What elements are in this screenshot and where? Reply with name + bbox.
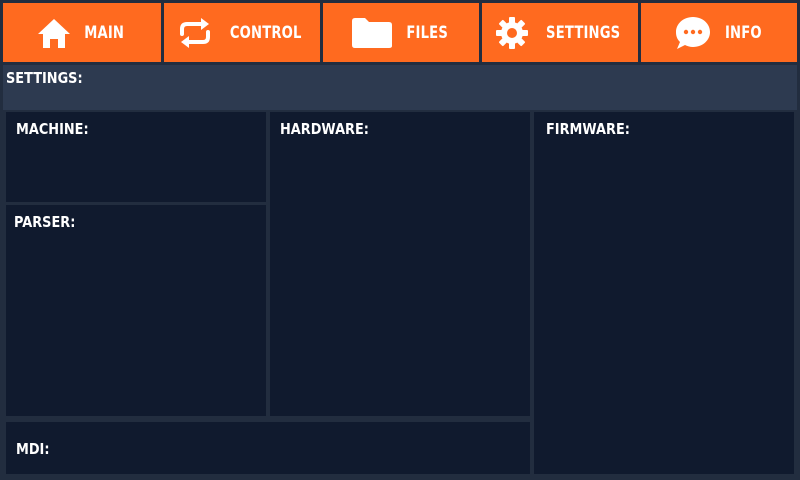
refresh-icon (176, 17, 214, 49)
home-icon (37, 17, 71, 49)
gear-icon (494, 15, 530, 51)
tab-main-label: MAIN (84, 22, 124, 43)
tab-bar: MAIN CONTROL FILES SETTINGS INFO (0, 0, 800, 64)
tab-main[interactable]: MAIN (3, 3, 161, 62)
tab-settings[interactable]: SETTINGS (482, 3, 638, 62)
machine-label: MACHINE: (16, 120, 89, 138)
tab-settings-label: SETTINGS (545, 22, 621, 43)
settings-header: SETTINGS: (3, 65, 797, 110)
machine-panel: MACHINE: (6, 112, 266, 202)
tab-info[interactable]: INFO (641, 3, 797, 62)
tab-info-label: INFO (724, 22, 762, 43)
tab-files[interactable]: FILES (323, 3, 479, 62)
hardware-label: HARDWARE: (280, 120, 369, 138)
firmware-panel: FIRMWARE: (534, 112, 794, 474)
firmware-label: FIRMWARE: (546, 120, 630, 138)
hardware-panel: HARDWARE: (270, 112, 530, 416)
page-title: SETTINGS: (6, 69, 83, 87)
mdi-label: MDI: (16, 440, 50, 458)
parser-label: PARSER: (14, 213, 76, 231)
parser-panel: PARSER: (6, 205, 266, 416)
chat-bubble-icon (674, 15, 712, 51)
mdi-panel[interactable]: MDI: (6, 422, 530, 474)
tab-control[interactable]: CONTROL (164, 3, 320, 62)
folder-icon (351, 17, 393, 49)
tab-control-label: CONTROL (230, 22, 302, 43)
tab-files-label: FILES (406, 22, 448, 43)
